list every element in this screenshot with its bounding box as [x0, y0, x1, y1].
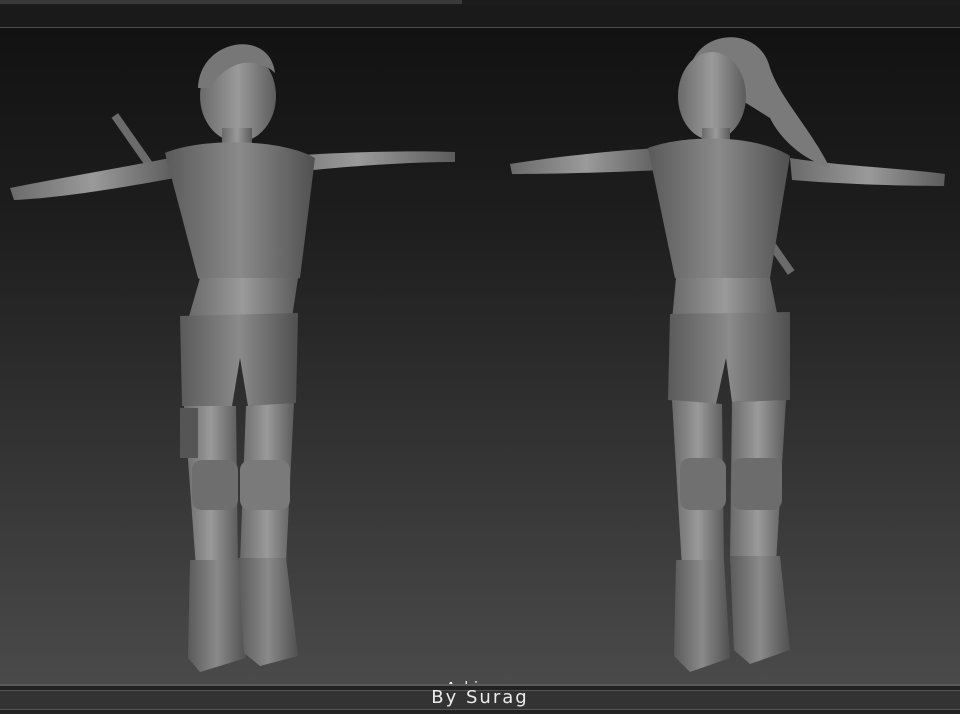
three-quarter-view-model [510, 37, 945, 672]
front-view-model [10, 44, 455, 672]
toolbar-strip [0, 0, 462, 4]
render-viewport: Alice [0, 28, 960, 684]
character-render [10, 37, 945, 672]
author-credit: By Surag [431, 687, 529, 708]
top-toolbar [0, 0, 960, 6]
footer-bar: By Surag [0, 684, 960, 714]
model-title: Alice [0, 676, 960, 684]
